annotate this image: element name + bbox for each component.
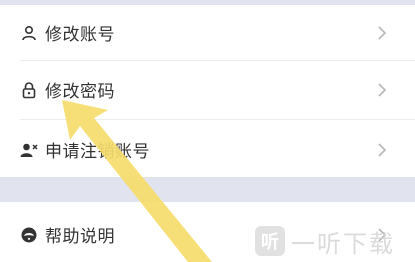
settings-item-cancel-account[interactable]: 申请注销账号 [0, 122, 415, 177]
chevron-right-icon [378, 82, 387, 97]
row-divider [20, 60, 415, 61]
settings-item-label: 修改密码 [45, 82, 115, 102]
settings-item-help[interactable]: 帮助说明 [0, 207, 415, 262]
settings-item-label: 修改账号 [45, 25, 115, 45]
person-icon [20, 24, 38, 42]
lock-icon [20, 81, 38, 99]
help-bubble-icon [20, 226, 38, 244]
chevron-right-icon [378, 227, 387, 242]
settings-item-change-password[interactable]: 修改密码 [0, 62, 415, 117]
chevron-right-icon [378, 25, 387, 40]
settings-item-label: 申请注销账号 [45, 142, 150, 162]
chevron-right-icon [378, 142, 387, 157]
settings-item-label: 帮助说明 [45, 227, 115, 247]
remove-user-icon [20, 141, 38, 159]
settings-item-modify-account[interactable]: 修改账号 [0, 5, 415, 60]
section-separator [0, 177, 415, 202]
row-divider [20, 119, 415, 120]
